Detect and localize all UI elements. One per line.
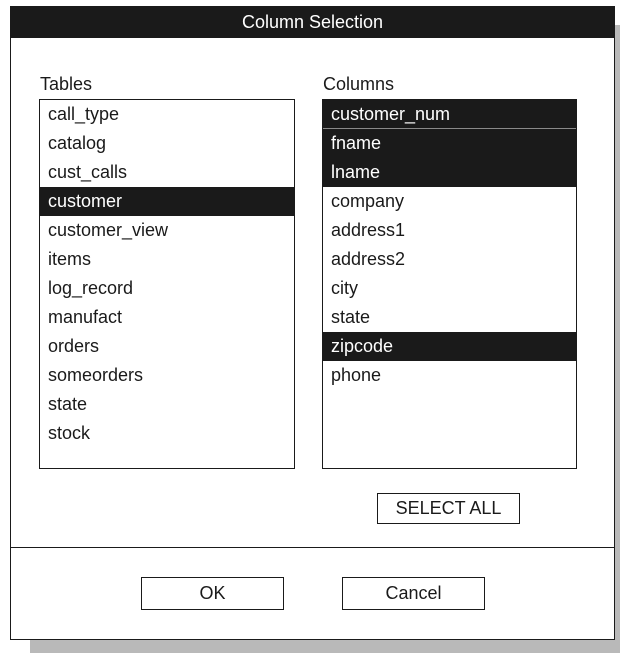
- column-list-item[interactable]: city: [323, 274, 576, 303]
- column-list-item[interactable]: company: [323, 187, 576, 216]
- column-list-item[interactable]: phone: [323, 361, 576, 390]
- tables-listbox[interactable]: call_type catalog cust_calls customer custom…: [39, 99, 295, 469]
- button-area-divider: [11, 547, 614, 548]
- table-list-item[interactable]: call_type: [40, 100, 294, 129]
- column-list-item[interactable]: zipcode: [323, 332, 576, 361]
- table-list-item[interactable]: someorders: [40, 361, 294, 390]
- tables-label: Tables: [40, 74, 93, 94]
- column-selection-dialog: Column Selection Tables call_type catalog…: [10, 6, 615, 640]
- column-list-item[interactable]: address2: [323, 245, 576, 274]
- column-list-item[interactable]: state: [323, 303, 576, 332]
- table-list-item[interactable]: customer: [40, 187, 294, 216]
- cancel-button[interactable]: Cancel: [342, 577, 485, 610]
- column-list-item[interactable]: address1: [323, 216, 576, 245]
- ok-button[interactable]: OK: [141, 577, 284, 610]
- table-list-item[interactable]: customer_view: [40, 216, 294, 245]
- table-list-item[interactable]: state: [40, 390, 294, 419]
- column-list-item[interactable]: lname: [323, 158, 576, 187]
- table-list-item[interactable]: cust_calls: [40, 158, 294, 187]
- table-list-item[interactable]: manufact: [40, 303, 294, 332]
- column-list-item[interactable]: fname: [323, 129, 576, 158]
- table-list-item[interactable]: orders: [40, 332, 294, 361]
- columns-listbox[interactable]: customer_num fname lname company address1 add…: [322, 99, 577, 469]
- table-list-item[interactable]: items: [40, 245, 294, 274]
- table-list-item[interactable]: stock: [40, 419, 294, 448]
- columns-label: Columns: [323, 74, 395, 94]
- select-all-button[interactable]: SELECT ALL: [377, 493, 520, 524]
- table-list-item[interactable]: catalog: [40, 129, 294, 158]
- dialog-title: Column Selection: [11, 7, 614, 38]
- table-list-item[interactable]: log_record: [40, 274, 294, 303]
- column-list-item[interactable]: customer_num: [323, 100, 576, 129]
